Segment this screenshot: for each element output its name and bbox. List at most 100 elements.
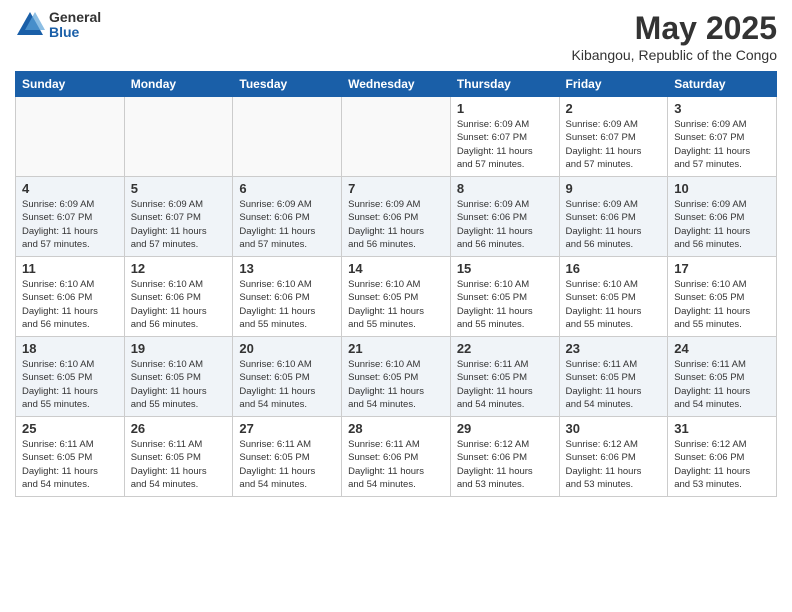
calendar-cell: 22 Sunrise: 6:11 AM Sunset: 6:05 PM Dayli…	[450, 337, 559, 417]
day-number: 14	[348, 261, 444, 276]
day-number: 22	[457, 341, 553, 356]
day-info: Sunrise: 6:09 AM Sunset: 6:07 PM Dayligh…	[674, 118, 770, 171]
calendar-cell: 26 Sunrise: 6:11 AM Sunset: 6:05 PM Dayli…	[124, 417, 233, 497]
day-info: Sunrise: 6:09 AM Sunset: 6:06 PM Dayligh…	[348, 198, 444, 251]
day-number: 17	[674, 261, 770, 276]
calendar-cell: 17 Sunrise: 6:10 AM Sunset: 6:05 PM Dayli…	[668, 257, 777, 337]
calendar-cell: 18 Sunrise: 6:10 AM Sunset: 6:05 PM Dayli…	[16, 337, 125, 417]
calendar-cell: 21Sunrise: 6:10 AM Sunset: 6:05 PM Dayli…	[342, 337, 451, 417]
calendar-cell: 30 Sunrise: 6:12 AM Sunset: 6:06 PM Dayli…	[559, 417, 668, 497]
day-number: 28	[348, 421, 444, 436]
location: Kibangou, Republic of the Congo	[572, 47, 777, 63]
calendar-cell: 28 Sunrise: 6:11 AM Sunset: 6:06 PM Dayli…	[342, 417, 451, 497]
calendar-cell: 29Sunrise: 6:12 AM Sunset: 6:06 PM Dayli…	[450, 417, 559, 497]
calendar-week-row: 1 Sunrise: 6:09 AM Sunset: 6:07 PM Daylig…	[16, 97, 777, 177]
day-info: Sunrise: 6:10 AM Sunset: 6:05 PM Dayligh…	[566, 278, 662, 331]
day-info: Sunrise: 6:09 AM Sunset: 6:07 PM Dayligh…	[22, 198, 118, 251]
calendar-week-row: 11 Sunrise: 6:10 AM Sunset: 6:06 PM Dayli…	[16, 257, 777, 337]
weekday-header: Saturday	[668, 72, 777, 97]
day-info: Sunrise: 6:11 AM Sunset: 6:05 PM Dayligh…	[457, 358, 553, 411]
day-number: 26	[131, 421, 227, 436]
day-number: 24	[674, 341, 770, 356]
day-number: 30	[566, 421, 662, 436]
calendar-cell: 4 Sunrise: 6:09 AM Sunset: 6:07 PM Daylig…	[16, 177, 125, 257]
logo: General Blue	[15, 10, 101, 41]
header: General Blue May 2025 Kibangou, Republic…	[15, 10, 777, 63]
day-info: Sunrise: 6:09 AM Sunset: 6:07 PM Dayligh…	[131, 198, 227, 251]
weekday-header: Sunday	[16, 72, 125, 97]
day-number: 6	[239, 181, 335, 196]
day-number: 25	[22, 421, 118, 436]
logo-text: General Blue	[49, 10, 101, 41]
day-number: 18	[22, 341, 118, 356]
day-info: Sunrise: 6:09 AM Sunset: 6:07 PM Dayligh…	[457, 118, 553, 171]
calendar-cell: 7Sunrise: 6:09 AM Sunset: 6:06 PM Daylig…	[342, 177, 451, 257]
day-number: 1	[457, 101, 553, 116]
day-info: Sunrise: 6:11 AM Sunset: 6:06 PM Dayligh…	[348, 438, 444, 491]
day-number: 8	[457, 181, 553, 196]
logo-blue-text: Blue	[49, 25, 101, 40]
weekday-header: Friday	[559, 72, 668, 97]
logo-general-text: General	[49, 10, 101, 25]
day-info: Sunrise: 6:11 AM Sunset: 6:05 PM Dayligh…	[239, 438, 335, 491]
calendar-table: SundayMondayTuesdayWednesdayThursdayFrid…	[15, 71, 777, 497]
calendar-cell: 6 Sunrise: 6:09 AM Sunset: 6:06 PM Daylig…	[233, 177, 342, 257]
day-info: Sunrise: 6:09 AM Sunset: 6:06 PM Dayligh…	[566, 198, 662, 251]
calendar-cell	[233, 97, 342, 177]
day-info: Sunrise: 6:09 AM Sunset: 6:06 PM Dayligh…	[457, 198, 553, 251]
day-info: Sunrise: 6:10 AM Sunset: 6:06 PM Dayligh…	[22, 278, 118, 331]
calendar-header: SundayMondayTuesdayWednesdayThursdayFrid…	[16, 72, 777, 97]
calendar-cell: 23Sunrise: 6:11 AM Sunset: 6:05 PM Dayli…	[559, 337, 668, 417]
weekday-header: Monday	[124, 72, 233, 97]
calendar-cell: 9 Sunrise: 6:09 AM Sunset: 6:06 PM Daylig…	[559, 177, 668, 257]
day-info: Sunrise: 6:10 AM Sunset: 6:06 PM Dayligh…	[239, 278, 335, 331]
day-number: 10	[674, 181, 770, 196]
day-number: 20	[239, 341, 335, 356]
day-info: Sunrise: 6:09 AM Sunset: 6:07 PM Dayligh…	[566, 118, 662, 171]
calendar-cell: 2Sunrise: 6:09 AM Sunset: 6:07 PM Daylig…	[559, 97, 668, 177]
day-info: Sunrise: 6:10 AM Sunset: 6:05 PM Dayligh…	[674, 278, 770, 331]
weekday-header: Tuesday	[233, 72, 342, 97]
day-info: Sunrise: 6:10 AM Sunset: 6:05 PM Dayligh…	[457, 278, 553, 331]
day-number: 4	[22, 181, 118, 196]
day-info: Sunrise: 6:10 AM Sunset: 6:05 PM Dayligh…	[22, 358, 118, 411]
weekday-row: SundayMondayTuesdayWednesdayThursdayFrid…	[16, 72, 777, 97]
day-number: 23	[566, 341, 662, 356]
day-number: 21	[348, 341, 444, 356]
calendar-week-row: 4 Sunrise: 6:09 AM Sunset: 6:07 PM Daylig…	[16, 177, 777, 257]
day-number: 13	[239, 261, 335, 276]
day-info: Sunrise: 6:09 AM Sunset: 6:06 PM Dayligh…	[239, 198, 335, 251]
calendar-cell: 15Sunrise: 6:10 AM Sunset: 6:05 PM Dayli…	[450, 257, 559, 337]
day-number: 9	[566, 181, 662, 196]
day-number: 11	[22, 261, 118, 276]
calendar-cell: 14Sunrise: 6:10 AM Sunset: 6:05 PM Dayli…	[342, 257, 451, 337]
calendar-cell: 12Sunrise: 6:10 AM Sunset: 6:06 PM Dayli…	[124, 257, 233, 337]
month-title: May 2025	[572, 10, 777, 47]
weekday-header: Wednesday	[342, 72, 451, 97]
calendar-cell: 3 Sunrise: 6:09 AM Sunset: 6:07 PM Daylig…	[668, 97, 777, 177]
calendar-cell: 20Sunrise: 6:10 AM Sunset: 6:05 PM Dayli…	[233, 337, 342, 417]
calendar-cell	[16, 97, 125, 177]
calendar-cell	[342, 97, 451, 177]
page: General Blue May 2025 Kibangou, Republic…	[0, 0, 792, 612]
calendar-cell: 27 Sunrise: 6:11 AM Sunset: 6:05 PM Dayli…	[233, 417, 342, 497]
day-info: Sunrise: 6:09 AM Sunset: 6:06 PM Dayligh…	[674, 198, 770, 251]
calendar-cell: 8 Sunrise: 6:09 AM Sunset: 6:06 PM Daylig…	[450, 177, 559, 257]
calendar-cell: 1 Sunrise: 6:09 AM Sunset: 6:07 PM Daylig…	[450, 97, 559, 177]
day-number: 5	[131, 181, 227, 196]
day-info: Sunrise: 6:11 AM Sunset: 6:05 PM Dayligh…	[674, 358, 770, 411]
logo-icon	[15, 10, 45, 40]
day-number: 3	[674, 101, 770, 116]
day-info: Sunrise: 6:10 AM Sunset: 6:05 PM Dayligh…	[131, 358, 227, 411]
title-block: May 2025 Kibangou, Republic of the Congo	[572, 10, 777, 63]
weekday-header: Thursday	[450, 72, 559, 97]
day-info: Sunrise: 6:12 AM Sunset: 6:06 PM Dayligh…	[457, 438, 553, 491]
calendar-week-row: 25 Sunrise: 6:11 AM Sunset: 6:05 PM Dayli…	[16, 417, 777, 497]
day-number: 27	[239, 421, 335, 436]
day-info: Sunrise: 6:12 AM Sunset: 6:06 PM Dayligh…	[674, 438, 770, 491]
calendar-cell: 10 Sunrise: 6:09 AM Sunset: 6:06 PM Dayli…	[668, 177, 777, 257]
day-info: Sunrise: 6:11 AM Sunset: 6:05 PM Dayligh…	[131, 438, 227, 491]
day-info: Sunrise: 6:12 AM Sunset: 6:06 PM Dayligh…	[566, 438, 662, 491]
calendar-cell: 19Sunrise: 6:10 AM Sunset: 6:05 PM Dayli…	[124, 337, 233, 417]
calendar-body: 1 Sunrise: 6:09 AM Sunset: 6:07 PM Daylig…	[16, 97, 777, 497]
